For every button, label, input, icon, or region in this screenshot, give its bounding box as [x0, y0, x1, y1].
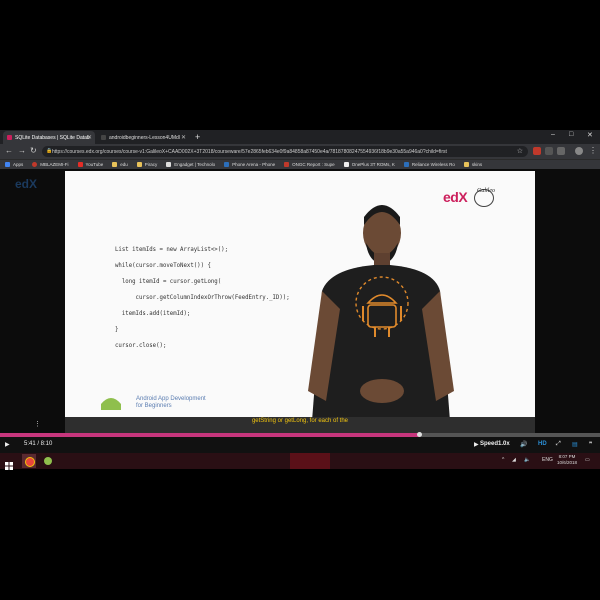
close-tab-icon[interactable]: ✕ [181, 134, 186, 141]
tab-android-beginners[interactable]: androidbeginners-Lesson4UMdl ✕ [97, 131, 189, 144]
site-favicon-icon [224, 162, 230, 167]
tray-chevron-icon[interactable]: ^ [502, 457, 504, 463]
fullscreen-icon[interactable]: ⤢ [556, 441, 561, 448]
folder-icon [112, 162, 118, 167]
reload-icon[interactable]: ↻ [30, 146, 37, 155]
bookmark-mblazemi[interactable]: MBLAZEMI-Fi [32, 162, 69, 167]
tab-label: SQLite Databases | SQLite Datab [15, 134, 90, 141]
bookmark-apps[interactable]: Apps [5, 162, 23, 167]
site-favicon-icon [403, 162, 409, 167]
bookmark-folder-piracy[interactable]: Piracy [136, 162, 157, 167]
folder-icon [463, 162, 469, 167]
bookmark-folder-edu[interactable]: edu [112, 162, 128, 167]
lock-icon: 🔒 [46, 148, 53, 154]
captions-icon[interactable]: ▤ [572, 441, 578, 448]
clock[interactable]: 8:07 PM 10/6/2018 [557, 454, 577, 466]
code-line: cursor.getColumnIndexOrThrow(FeedEntry._… [115, 295, 290, 301]
bookmark-phone-arena[interactable]: Phone Arena - Phone [224, 162, 275, 167]
site-favicon-icon [343, 162, 349, 167]
course-title: Android App Development for Beginners [136, 396, 206, 409]
more-options-icon[interactable]: ⋮ [34, 420, 41, 428]
back-arrow-icon[interactable]: ← [5, 146, 13, 155]
code-line: } [115, 327, 119, 333]
bookmark-oneplus[interactable]: OnePlus 3T ROMs, K [343, 162, 395, 167]
folder-icon [136, 162, 142, 167]
new-tab-button[interactable]: + [195, 132, 200, 142]
bookmark-ongc-report[interactable]: ONGC Report : Supe [284, 162, 335, 167]
transcript-icon[interactable]: ❞ [589, 441, 592, 448]
galileo-logo: Galileo [477, 188, 495, 194]
site-favicon-icon [284, 162, 290, 167]
android-logo-icon [97, 394, 125, 410]
hd-button[interactable]: HD [538, 441, 547, 447]
extension-icon[interactable] [545, 147, 553, 155]
notifications-icon[interactable]: ▭ [585, 457, 590, 463]
tab-sqlite-databases[interactable]: SQLite Databases | SQLite Datab ✕ [3, 131, 95, 144]
code-line: long itemId = cursor.getLong( [115, 279, 222, 285]
apps-grid-icon [5, 162, 10, 167]
language-indicator[interactable]: ENG [542, 457, 553, 463]
edx-favicon-icon [7, 135, 12, 140]
tab-label: androidbeginners-Lesson4UMdl [109, 134, 180, 141]
chrome-icon [25, 457, 35, 467]
time-display: 5:41 / 8:10 [24, 441, 53, 447]
profile-avatar-icon[interactable] [575, 147, 583, 155]
bookmark-folder-skins[interactable]: skins [463, 162, 482, 167]
extension-icon[interactable] [557, 147, 565, 155]
speed-value[interactable]: 1.0x [498, 441, 510, 447]
code-line: cursor.close(); [115, 343, 167, 349]
edx-logo[interactable]: edX [15, 177, 37, 191]
minimize-button[interactable]: – [551, 131, 555, 138]
bookmark-youtube[interactable]: YouTube [77, 162, 103, 167]
code-line: while(cursor.moveToNext()) { [115, 263, 211, 269]
video-player[interactable]: List itemIds = new ArrayList<>(); while(… [65, 171, 535, 433]
taskbar-highlight [290, 453, 330, 469]
tab-strip: SQLite Databases | SQLite Datab ✕ androi… [0, 130, 600, 144]
maximize-button[interactable]: □ [569, 131, 573, 138]
close-tab-icon[interactable]: ✕ [87, 134, 92, 141]
youtube-icon [77, 162, 83, 167]
code-line: itemIds.add(itemId); [115, 311, 191, 317]
github-favicon-icon [101, 135, 106, 140]
bookmark-reliance[interactable]: Reliance Wireless Ro [403, 162, 455, 167]
clock-date: 10/6/2018 [557, 460, 578, 465]
volume-icon[interactable]: 🔊 [520, 441, 527, 448]
taskbar-chrome-button[interactable] [22, 454, 36, 468]
bookmark-star-icon[interactable]: ☆ [517, 147, 523, 155]
site-favicon-icon [32, 162, 38, 167]
subtitle-text: getString or getLong, for each of the [251, 418, 349, 424]
extension-icon[interactable] [533, 147, 541, 155]
speed-icon: ▶ [474, 442, 479, 448]
bookmark-engadget[interactable]: Engadget | Technolo [166, 162, 215, 167]
network-icon[interactable]: ◢ [512, 457, 516, 463]
instructor-figure [308, 205, 454, 421]
play-icon[interactable]: ▶ [5, 441, 10, 448]
site-favicon-icon [166, 162, 172, 167]
forward-arrow-icon[interactable]: → [18, 146, 26, 155]
code-line: List itemIds = new ArrayList<>(); [115, 247, 228, 253]
android-studio-icon[interactable] [44, 457, 52, 465]
url-text: https://courses.edx.org/courses/course-v… [52, 148, 447, 155]
windows-start-icon[interactable] [5, 457, 13, 470]
close-window-button[interactable]: ✕ [587, 131, 593, 139]
address-bar[interactable]: 🔒 https://courses.edx.org/courses/course… [42, 146, 528, 157]
bookmarks-bar: Apps MBLAZEMI-Fi YouTube edu Piracy Enga… [0, 159, 600, 169]
volume-tray-icon[interactable]: 🔈 [524, 457, 530, 463]
speed-label[interactable]: Speed [480, 441, 498, 447]
player-controls [0, 437, 600, 453]
menu-kebab-icon[interactable]: ⋮ [589, 146, 597, 155]
